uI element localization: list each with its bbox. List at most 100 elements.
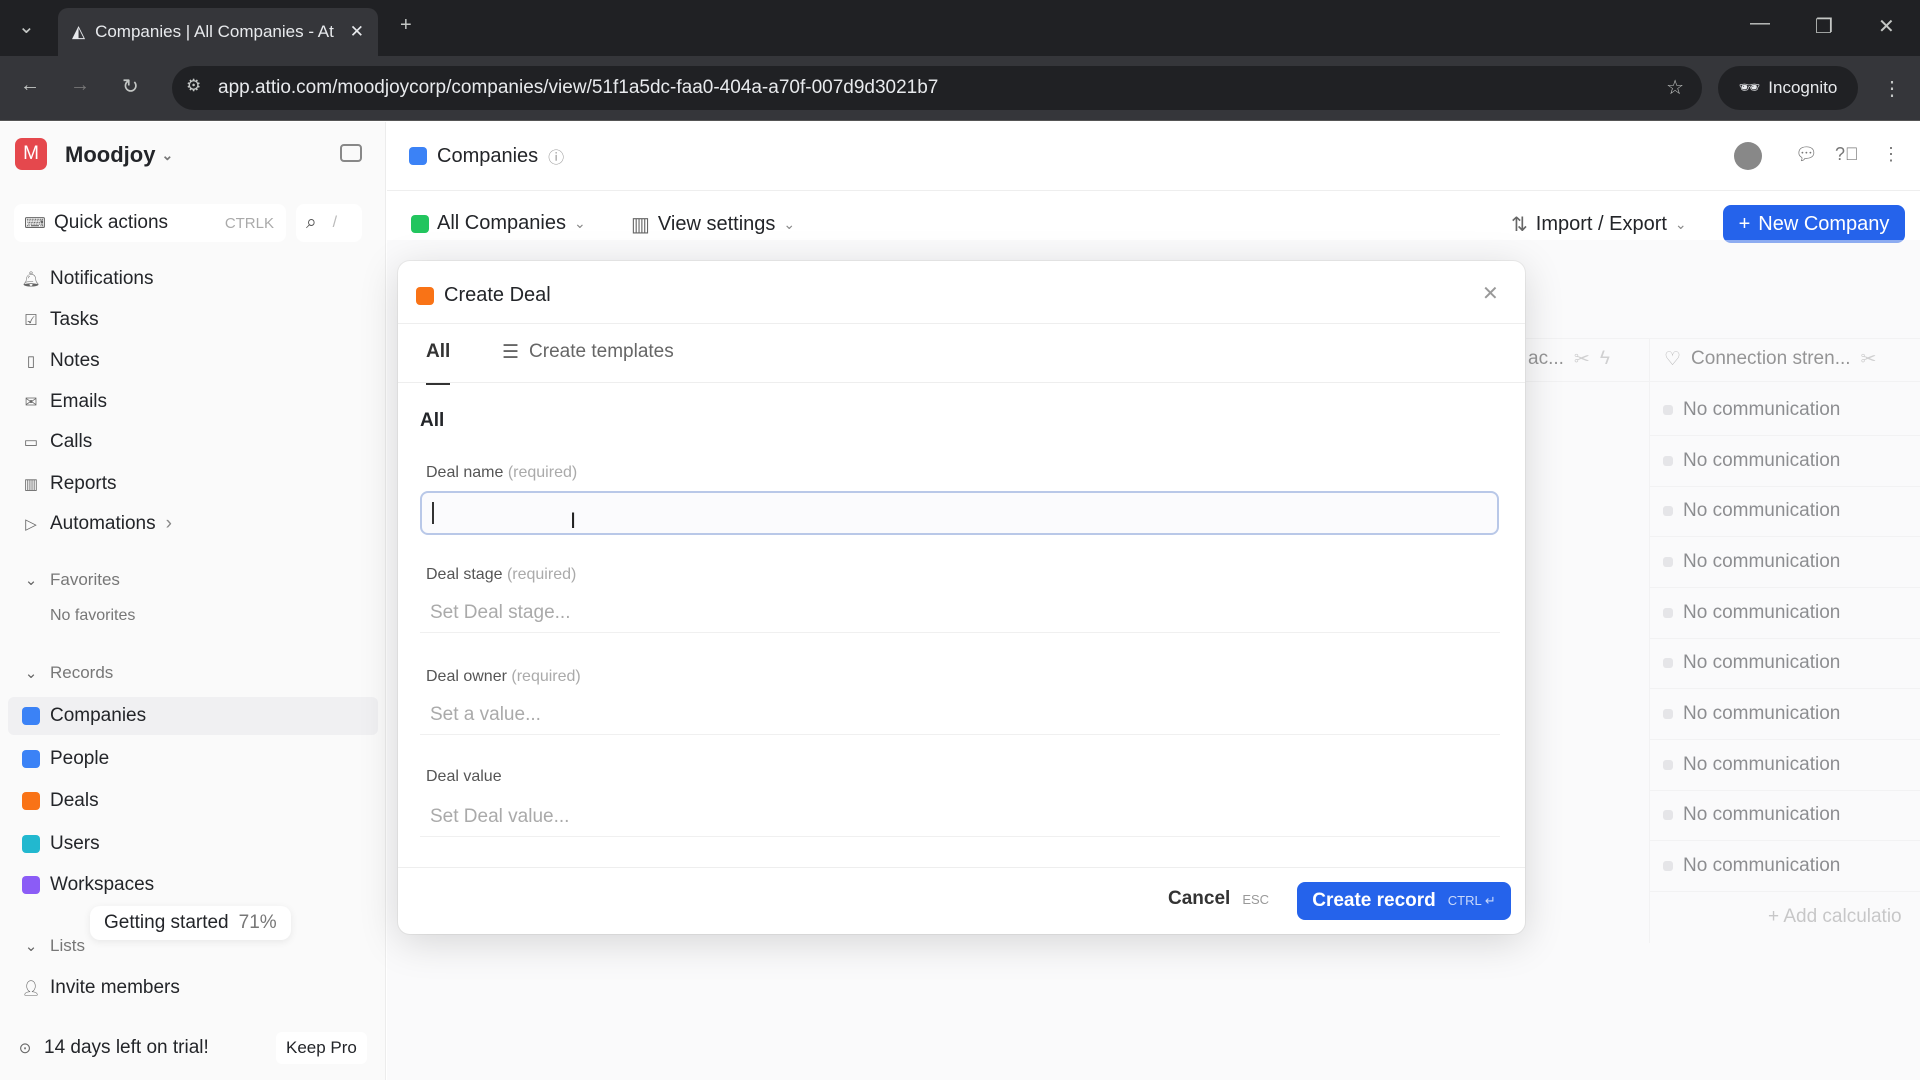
sidebar-item-automations[interactable]: ▷ Automations › (22, 513, 172, 535)
create-record-button[interactable]: Create record CTRL ↵ (1297, 882, 1511, 920)
browser-tab[interactable]: ◭ Companies | All Companies - At ✕ (58, 8, 378, 56)
chevron-down-icon: ⌄ (24, 572, 38, 589)
reload-icon[interactable]: ↻ (122, 74, 139, 99)
sidebar-item-users[interactable]: Users (22, 833, 100, 855)
minimize-icon[interactable]: — (1750, 12, 1770, 35)
incognito-icon: 🕶 (1738, 78, 1761, 97)
incognito-badge[interactable]: 🕶 Incognito (1718, 66, 1858, 110)
close-tab-icon[interactable]: ✕ (350, 22, 364, 42)
keep-pro-button[interactable]: Keep Pro (276, 1032, 367, 1064)
sidebar: M Moodjoy ⌄ ⌨ Quick actions CTRLK ⌕ / 🔔︎ Not… (0, 122, 386, 1080)
cancel-button[interactable]: Cancel ESC (1168, 888, 1269, 910)
divider (398, 323, 1525, 324)
divider (398, 867, 1525, 868)
workspace-avatar: M (15, 138, 47, 170)
chat-icon[interactable]: 💬︎ (1795, 144, 1818, 165)
view-selector[interactable]: All Companies ⌄ (411, 212, 586, 235)
invite-members-button[interactable]: 👤︎ Invite members (21, 977, 179, 999)
chevron-down-icon: ⌄ (24, 665, 38, 682)
create-deal-modal: Create Deal ✕ All ☰ Create templates All … (398, 261, 1525, 934)
attio-favicon-icon: ◭ (72, 22, 86, 41)
chevron-down-icon: ⌄ (783, 216, 796, 232)
text-cursor (432, 502, 434, 524)
divider (398, 382, 1525, 383)
chevron-down-icon: ⌄ (573, 215, 586, 231)
restore-icon[interactable]: ❐ (1815, 14, 1833, 39)
sidebar-item-companies[interactable]: Companies (22, 705, 146, 727)
sidebar-item-people[interactable]: People (22, 748, 109, 770)
new-tab-icon[interactable]: + (400, 14, 412, 37)
sidebar-item-notifications[interactable]: 🔔︎ Notifications (21, 268, 153, 290)
browser-menu-icon[interactable]: ⋮ (1882, 76, 1902, 101)
url-field[interactable]: ⚙ app.attio.com/moodjoycorp/companies/vi… (172, 66, 1702, 110)
deal-value-input[interactable]: Set Deal value... (420, 797, 1500, 837)
bell-icon: 🔔︎ (21, 271, 41, 288)
tab-all[interactable]: All (426, 341, 451, 385)
companies-icon (409, 147, 427, 165)
view-settings-button[interactable]: ▥ View settings ⌄ (631, 212, 795, 237)
import-export-button[interactable]: ⇅ Import / Export ⌄ (1511, 212, 1687, 237)
play-icon: ▷ (25, 516, 37, 533)
info-icon[interactable]: ⓘ (548, 144, 564, 168)
new-company-button[interactable]: + New Company (1723, 205, 1905, 243)
i-beam-cursor-icon: I (570, 508, 577, 533)
bookmark-star-icon[interactable]: ☆ (1666, 75, 1684, 100)
deal-stage-select[interactable]: Set Deal stage... (420, 593, 1500, 633)
mail-icon: ✉ (24, 394, 38, 411)
import-export-icon: ⇅ (1511, 214, 1528, 236)
search-icon: ⌕ (306, 212, 317, 233)
deals-icon (416, 286, 434, 305)
deal-name-input[interactable] (420, 491, 1499, 535)
chevron-right-icon: › (165, 513, 172, 534)
quick-actions-button[interactable]: ⌨ Quick actions CTRLK (14, 204, 286, 242)
chevron-down-icon: ⌄ (24, 938, 38, 955)
tab-create-templates[interactable]: ☰ Create templates (502, 341, 674, 364)
deal-owner-label: Deal owner (required) (426, 668, 581, 685)
note-icon: ▯ (26, 353, 36, 370)
records-header[interactable]: ⌄ Records (22, 663, 114, 683)
no-favorites-text: No favorites (50, 607, 136, 624)
forward-icon[interactable]: → (70, 74, 90, 97)
deals-icon (22, 792, 40, 810)
sidebar-item-calls[interactable]: ▭ Calls (22, 431, 92, 453)
deal-owner-select[interactable]: Set a value... (420, 695, 1500, 735)
workspaces-icon (22, 876, 40, 894)
sidebar-item-reports[interactable]: ▥ Reports (22, 473, 117, 495)
video-icon: ▭ (23, 434, 39, 451)
section-heading: All (420, 410, 445, 431)
sidebar-item-tasks[interactable]: ☑ Tasks (22, 309, 98, 331)
search-button[interactable]: ⌕ / (296, 204, 362, 242)
sidebar-item-workspaces[interactable]: Workspaces (22, 874, 154, 896)
sidebar-item-deals[interactable]: Deals (22, 790, 99, 812)
deal-value-label: Deal value (426, 768, 502, 785)
companies-icon (22, 707, 40, 725)
site-settings-icon[interactable]: ⚙ (186, 76, 201, 96)
tab-list-icon[interactable]: ⌄ (18, 14, 35, 39)
sidebar-item-emails[interactable]: ✉ Emails (22, 391, 107, 413)
more-icon[interactable]: ⋮ (1882, 144, 1900, 165)
user-avatar[interactable] (1734, 142, 1762, 170)
workspace-switcher[interactable]: Moodjoy ⌄ (65, 142, 173, 168)
people-icon (22, 750, 40, 768)
close-icon[interactable]: ✕ (1482, 281, 1499, 306)
template-icon: ☰ (502, 342, 520, 363)
checkbox-icon: ☑ (24, 312, 38, 329)
help-icon[interactable]: ?⃝ (1835, 144, 1859, 165)
page-title: Companies ⓘ (409, 144, 564, 168)
keyboard-icon: ⌨ (24, 215, 46, 232)
collapse-sidebar-icon[interactable] (340, 144, 362, 162)
chart-icon: ▥ (23, 476, 39, 493)
browser-tab-bar: ⌄ ◭ Companies | All Companies - At ✕ + —… (0, 0, 1920, 56)
back-icon[interactable]: ← (20, 74, 40, 97)
getting-started-popup[interactable]: Getting started 71% (90, 906, 291, 940)
chevron-down-icon: ⌄ (161, 147, 174, 163)
close-window-icon[interactable]: ✕ (1878, 14, 1895, 39)
plus-icon: + (1738, 212, 1751, 235)
upgrade-icon: ⊙ (18, 1040, 32, 1057)
columns-icon: ▥ (631, 214, 650, 236)
deal-stage-label: Deal stage (required) (426, 566, 577, 583)
favorites-header[interactable]: ⌄ Favorites (22, 570, 120, 590)
add-user-icon: 👤︎ (21, 980, 41, 997)
lists-header[interactable]: ⌄ Lists (22, 936, 85, 956)
sidebar-item-notes[interactable]: ▯ Notes (22, 350, 100, 372)
